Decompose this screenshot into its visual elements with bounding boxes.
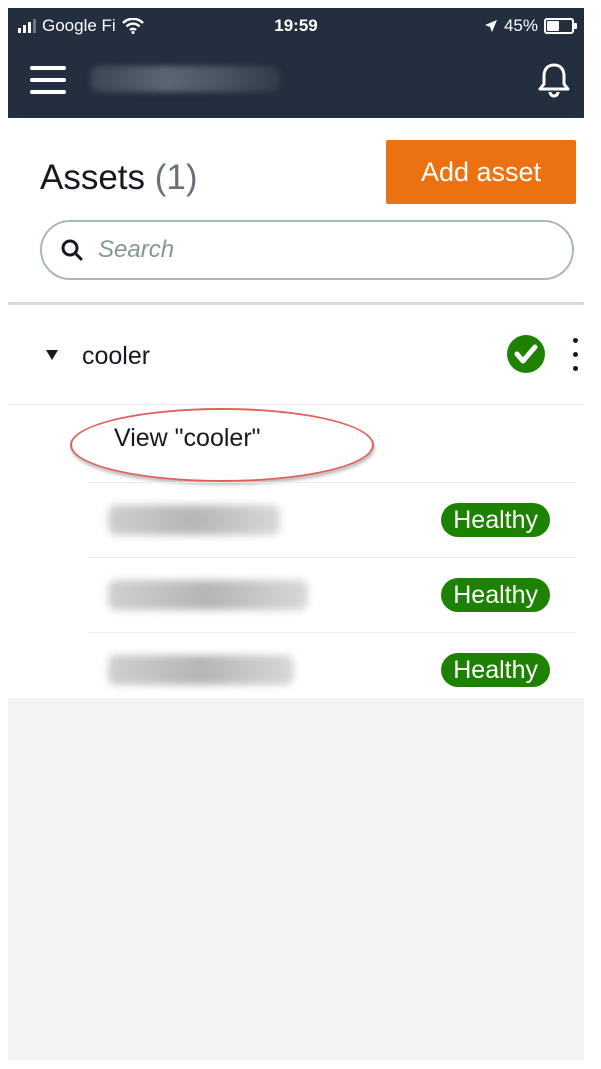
search-placeholder: Search xyxy=(98,236,175,263)
asset-count: (1) xyxy=(154,158,198,197)
section-divider xyxy=(8,302,584,305)
location-arrow-icon xyxy=(484,20,497,32)
row-divider xyxy=(8,404,584,405)
child-asset-row[interactable]: Healthy xyxy=(88,482,576,557)
battery-percent: 45% xyxy=(503,16,538,35)
status-badge: Healthy xyxy=(441,503,550,537)
page-title: Assets (1) xyxy=(40,158,198,198)
search-input[interactable]: Search xyxy=(40,220,574,280)
asset-tree-row[interactable]: cooler xyxy=(8,308,584,404)
assets-panel: Assets (1) Add asset Search cooler View … xyxy=(8,118,584,698)
caret-down-icon[interactable] xyxy=(46,350,58,360)
battery-icon xyxy=(544,18,577,34)
redacted-asset-name xyxy=(108,505,280,535)
search-icon xyxy=(61,239,83,261)
asset-node-label[interactable]: cooler xyxy=(82,342,150,371)
child-asset-row[interactable]: Healthy xyxy=(88,557,576,632)
bell-icon[interactable] xyxy=(534,60,574,100)
hamburger-menu-icon[interactable] xyxy=(30,66,66,94)
top-bar: Google Fi 19:59 45% xyxy=(8,8,584,118)
status-right: 45% xyxy=(484,16,577,36)
status-badge: Healthy xyxy=(441,578,550,612)
child-asset-row[interactable]: Healthy xyxy=(88,632,576,707)
app-screen: Google Fi 19:59 45% Assets (1) Add asset… xyxy=(8,8,584,1060)
page-title-text: Assets xyxy=(40,158,146,197)
redacted-asset-name xyxy=(108,580,308,610)
status-bar: Google Fi 19:59 45% xyxy=(8,8,584,44)
view-asset-link[interactable]: View "cooler" xyxy=(114,424,261,453)
redacted-asset-name xyxy=(108,655,294,685)
app-name-redacted xyxy=(90,66,280,92)
more-options-icon[interactable] xyxy=(568,338,582,372)
status-badge: Healthy xyxy=(441,653,550,687)
check-circle-icon xyxy=(507,335,545,373)
add-asset-button[interactable]: Add asset xyxy=(386,140,576,204)
